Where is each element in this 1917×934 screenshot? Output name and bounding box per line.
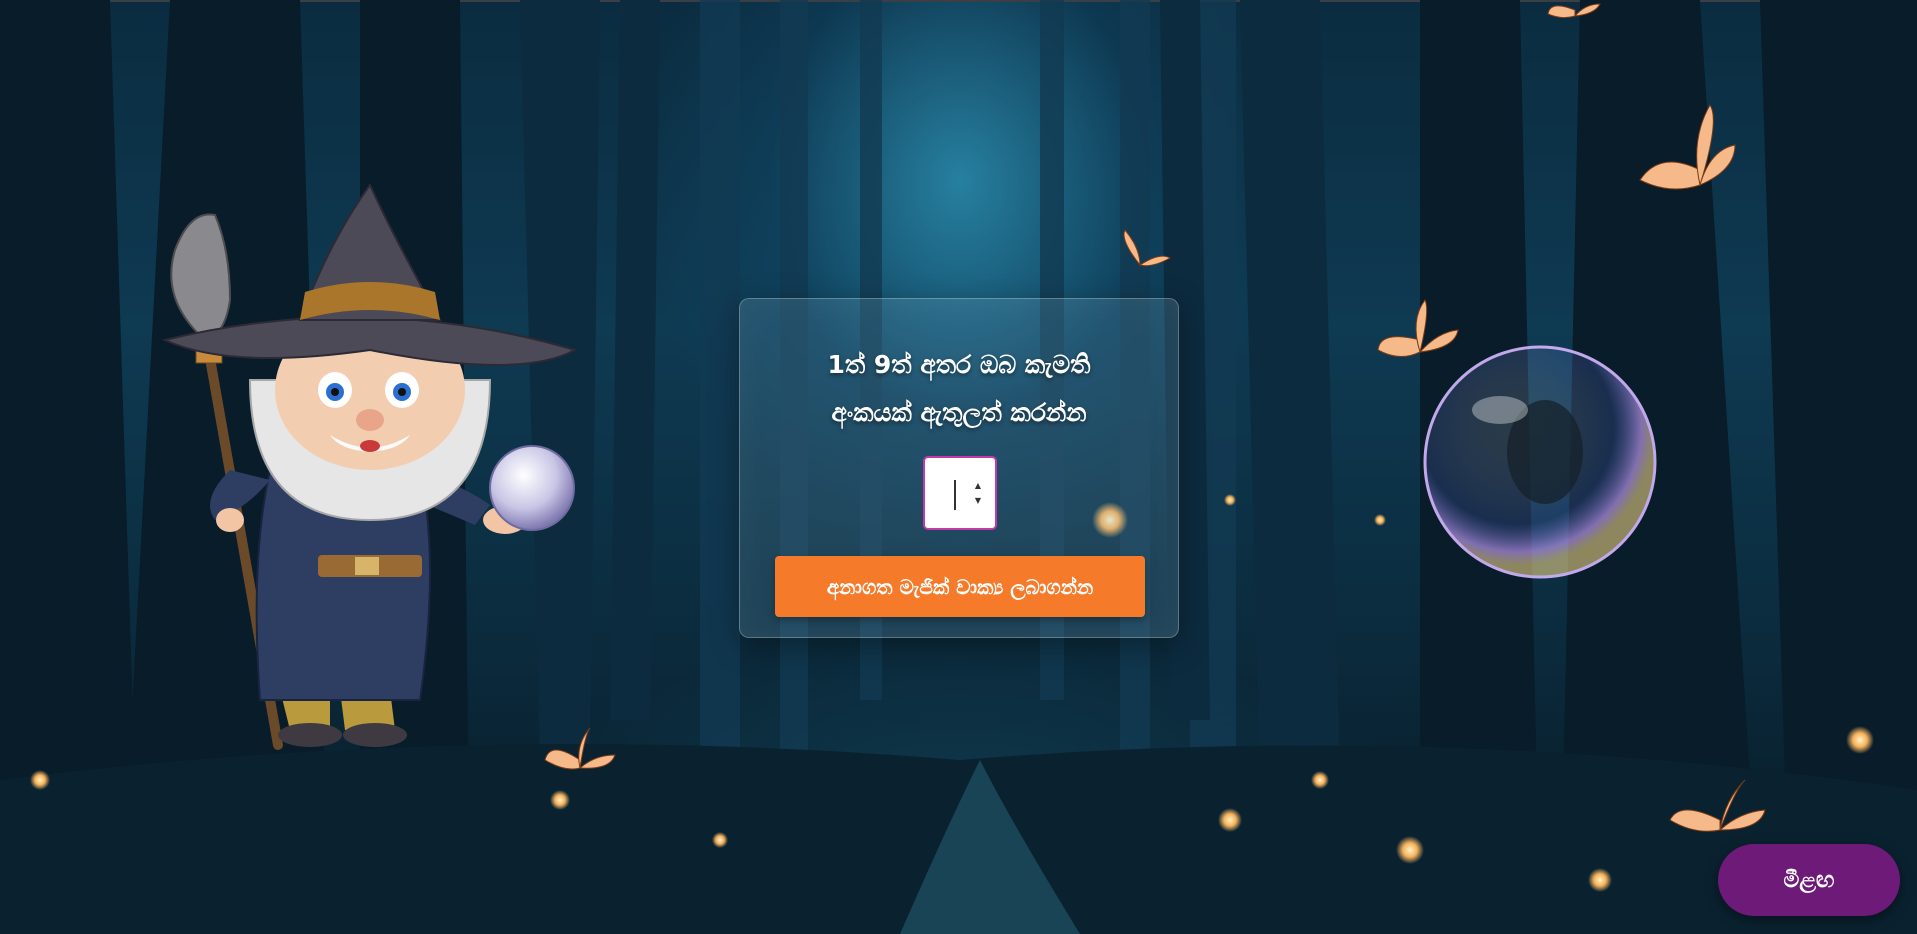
next-button[interactable]: මීළඟ <box>1718 844 1900 916</box>
number-stepper[interactable]: ▲ ▼ <box>971 478 985 508</box>
prompt-text: 1ත් 9ත් අතර ඔබ කැමති අංකයක් ඇතුලත් කරන්න <box>760 341 1158 437</box>
number-input-box[interactable]: ▲ ▼ <box>923 456 997 530</box>
text-caret <box>954 480 956 510</box>
prompt-line-2: අංකයක් ඇතුලත් කරන්න <box>831 398 1087 427</box>
stepper-up-icon[interactable]: ▲ <box>971 478 985 492</box>
prompt-line-1: 1ත් 9ත් අතර ඔබ කැමති <box>827 350 1091 379</box>
get-magic-sentence-button[interactable]: අනාගත මැජික් වාක්‍ය ලබාගන්න <box>775 556 1145 617</box>
soap-bubble-icon <box>1423 345 1657 579</box>
number-input[interactable] <box>931 472 965 512</box>
stepper-down-icon[interactable]: ▼ <box>971 493 985 507</box>
number-entry-card: 1ත් 9ත් අතර ඔබ කැමති අංකයක් ඇතුලත් කරන්න… <box>739 298 1179 638</box>
